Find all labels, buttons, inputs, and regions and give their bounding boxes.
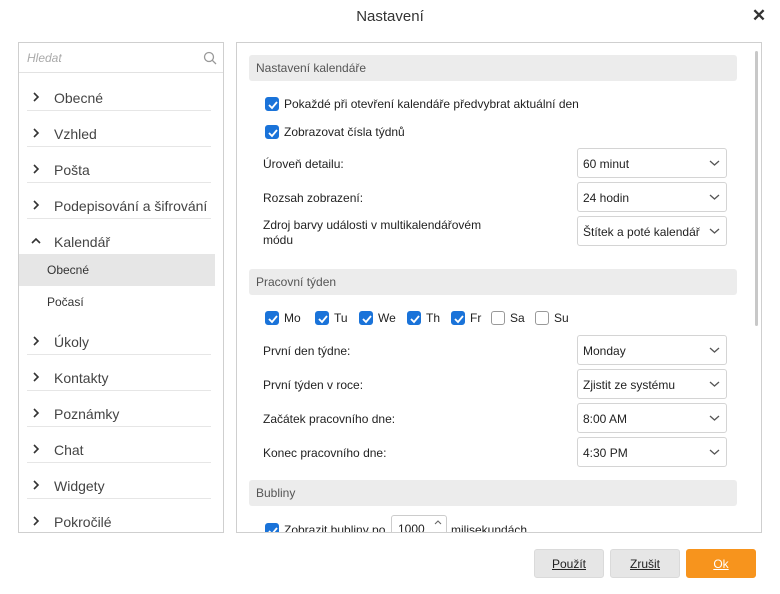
day-end-select[interactable]: 4:30 PM: [577, 437, 727, 467]
day-start-select[interactable]: 8:00 AM: [577, 403, 727, 433]
first-week-label: První týden v roce:: [263, 378, 364, 392]
detail-level-label: Úroveň detailu:: [263, 157, 344, 171]
sidebar-item-label: Vzhled: [54, 126, 97, 142]
apply-button[interactable]: Použít: [534, 549, 604, 578]
settings-panel: Nastavení kalendáře Pokaždé při otevření…: [236, 42, 762, 533]
color-source-label-line2: módu: [263, 233, 294, 247]
day-mo-checkbox[interactable]: [265, 311, 279, 325]
sidebar-item-widgets[interactable]: Widgety: [27, 472, 211, 499]
detail-level-select[interactable]: 60 minut: [577, 148, 727, 178]
sidebar-item-label: Kontakty: [54, 370, 109, 386]
chevron-down-icon: [709, 160, 720, 166]
search-input[interactable]: [19, 43, 199, 73]
chevron-down-icon: [709, 347, 720, 353]
sidebar-item-advanced[interactable]: Pokročilé: [27, 508, 211, 532]
day-sa-checkbox[interactable]: [491, 311, 505, 325]
chevron-down-icon: [31, 237, 41, 244]
chevron-right-icon: [33, 516, 40, 526]
chevron-down-icon: [709, 381, 720, 387]
section-header-work-week: Pracovní týden: [249, 269, 737, 295]
sidebar-item-mail[interactable]: Pošta: [27, 156, 211, 183]
chevron-down-icon: [709, 194, 720, 200]
sidebar-item-label: Widgety: [54, 478, 105, 494]
sidebar-item-label: Podepisování a šifrování: [54, 198, 208, 214]
display-range-select[interactable]: 24 hodin: [577, 182, 727, 212]
sidebar-item-contacts[interactable]: Kontakty: [27, 364, 211, 391]
chevron-right-icon: [33, 128, 40, 138]
search-box: [19, 43, 223, 73]
bubble-delay-spinner[interactable]: 1000: [391, 515, 447, 532]
chevron-right-icon: [33, 200, 40, 210]
sidebar-item-general[interactable]: Obecné: [27, 84, 211, 111]
sidebar-item-label: Pošta: [54, 162, 90, 178]
sidebar-item-chat[interactable]: Chat: [27, 436, 211, 463]
sidebar-subitem-label: Počasí: [47, 295, 84, 309]
sidebar-item-notes[interactable]: Poznámky: [27, 400, 211, 427]
sidebar: Obecné Vzhled Pošta Podepisování a šifro…: [18, 42, 224, 533]
preselect-today-checkbox[interactable]: [265, 97, 279, 111]
chevron-right-icon: [33, 164, 40, 174]
sidebar-item-label: Pokročilé: [54, 514, 112, 530]
first-day-label: První den týdne:: [263, 344, 351, 358]
color-source-label-line1: Zdroj barvy události v multikalendářovém: [263, 218, 482, 232]
day-tu-checkbox[interactable]: [315, 311, 329, 325]
day-end-label: Konec pracovního dne:: [263, 446, 387, 460]
day-fr-checkbox[interactable]: [451, 311, 465, 325]
sidebar-item-label: Kalendář: [54, 234, 111, 250]
chevron-right-icon: [33, 480, 40, 490]
display-range-label: Rozsah zobrazení:: [263, 191, 364, 205]
sidebar-item-label: Poznámky: [54, 406, 120, 422]
sidebar-item-tasks[interactable]: Úkoly: [27, 328, 211, 355]
search-icon[interactable]: [203, 51, 217, 65]
week-numbers-checkbox[interactable]: [265, 125, 279, 139]
chevron-right-icon: [33, 444, 40, 454]
scrollbar[interactable]: [755, 51, 758, 326]
day-we-checkbox[interactable]: [359, 311, 373, 325]
chevron-right-icon: [33, 408, 40, 418]
chevron-down-icon: [709, 449, 720, 455]
section-header-calendar: Nastavení kalendáře: [249, 55, 737, 81]
window-title: Nastavení: [356, 8, 424, 25]
sidebar-subitem-calendar-general[interactable]: Obecné: [19, 254, 215, 286]
sidebar-item-signing-encryption[interactable]: Podepisování a šifrování: [27, 192, 211, 219]
day-start-label: Začátek pracovního dne:: [263, 412, 396, 426]
sidebar-subitem-weather[interactable]: Počasí: [19, 286, 215, 318]
preselect-today-label: Pokaždé při otevření kalendáře předvybra…: [284, 97, 579, 111]
day-th-checkbox[interactable]: [407, 311, 421, 325]
show-bubbles-checkbox[interactable]: [265, 523, 279, 532]
sidebar-subitem-label: Obecné: [47, 263, 90, 277]
color-source-select[interactable]: Štítek a poté kalendář: [577, 216, 727, 246]
first-day-select[interactable]: Monday: [577, 335, 727, 365]
ok-button[interactable]: Ok: [686, 549, 756, 578]
week-numbers-label: Zobrazovat čísla týdnů: [284, 125, 405, 139]
chevron-down-icon: [709, 415, 720, 421]
sidebar-item-calendar[interactable]: Kalendář: [27, 228, 211, 255]
bubbles-unit-label: milisekundách: [451, 523, 528, 533]
sidebar-item-appearance[interactable]: Vzhled: [27, 120, 211, 147]
spinner-up-icon[interactable]: [434, 519, 442, 525]
chevron-down-icon: [709, 228, 720, 234]
first-week-select[interactable]: Zjistit ze systému: [577, 369, 727, 399]
section-header-bubbles: Bubliny: [249, 480, 737, 506]
title-bar: Nastavení ✕: [0, 0, 780, 32]
chevron-right-icon: [33, 336, 40, 346]
close-icon[interactable]: ✕: [748, 5, 770, 27]
day-su-checkbox[interactable]: [535, 311, 549, 325]
sidebar-item-label: Chat: [54, 442, 84, 458]
show-bubbles-label: Zobrazit bubliny po: [284, 523, 386, 533]
chevron-right-icon: [33, 92, 40, 102]
cancel-button[interactable]: Zrušit: [610, 549, 680, 578]
sidebar-item-label: Úkoly: [54, 334, 90, 350]
sidebar-item-label: Obecné: [54, 90, 104, 106]
chevron-right-icon: [33, 372, 40, 382]
